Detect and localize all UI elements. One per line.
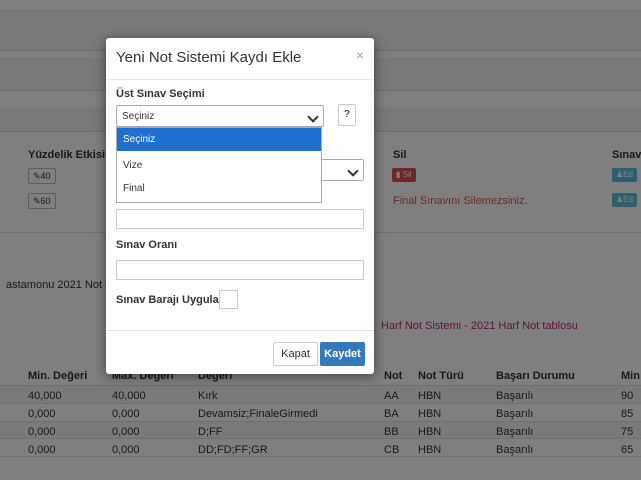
exam-rate-label: Sınav Oranı	[116, 239, 178, 251]
close-icon[interactable]: ×	[356, 47, 364, 63]
exam-rate-input[interactable]	[116, 260, 364, 280]
modal-header-divider	[106, 79, 374, 80]
option-seciniz[interactable]: Seçiniz	[117, 128, 321, 151]
threshold-label: Sınav Barajı Uygula	[116, 294, 219, 306]
upper-exam-label: Üst Sınav Seçimi	[116, 88, 205, 100]
modal-footer-divider	[106, 330, 374, 331]
exam-name-input[interactable]	[116, 209, 364, 229]
close-button[interactable]: Kapat	[273, 342, 318, 366]
upper-exam-dropdown: Seçiniz Vize Final	[116, 127, 322, 203]
upper-exam-select[interactable]: Seçiniz	[116, 105, 324, 127]
option-vize[interactable]: Vize	[117, 154, 321, 177]
option-final[interactable]: Final	[117, 177, 321, 200]
new-grade-record-modal: Yeni Not Sistemi Kaydı Ekle × Üst Sınav …	[106, 38, 374, 374]
chevron-down-icon	[347, 165, 359, 177]
chevron-down-icon	[307, 111, 319, 123]
save-button[interactable]: Kaydet	[320, 342, 365, 366]
help-button[interactable]: ?	[338, 104, 356, 126]
upper-exam-selected-value: Seçiniz	[122, 111, 155, 122]
modal-title: Yeni Not Sistemi Kaydı Ekle	[116, 49, 302, 66]
threshold-checkbox[interactable]	[219, 290, 238, 309]
